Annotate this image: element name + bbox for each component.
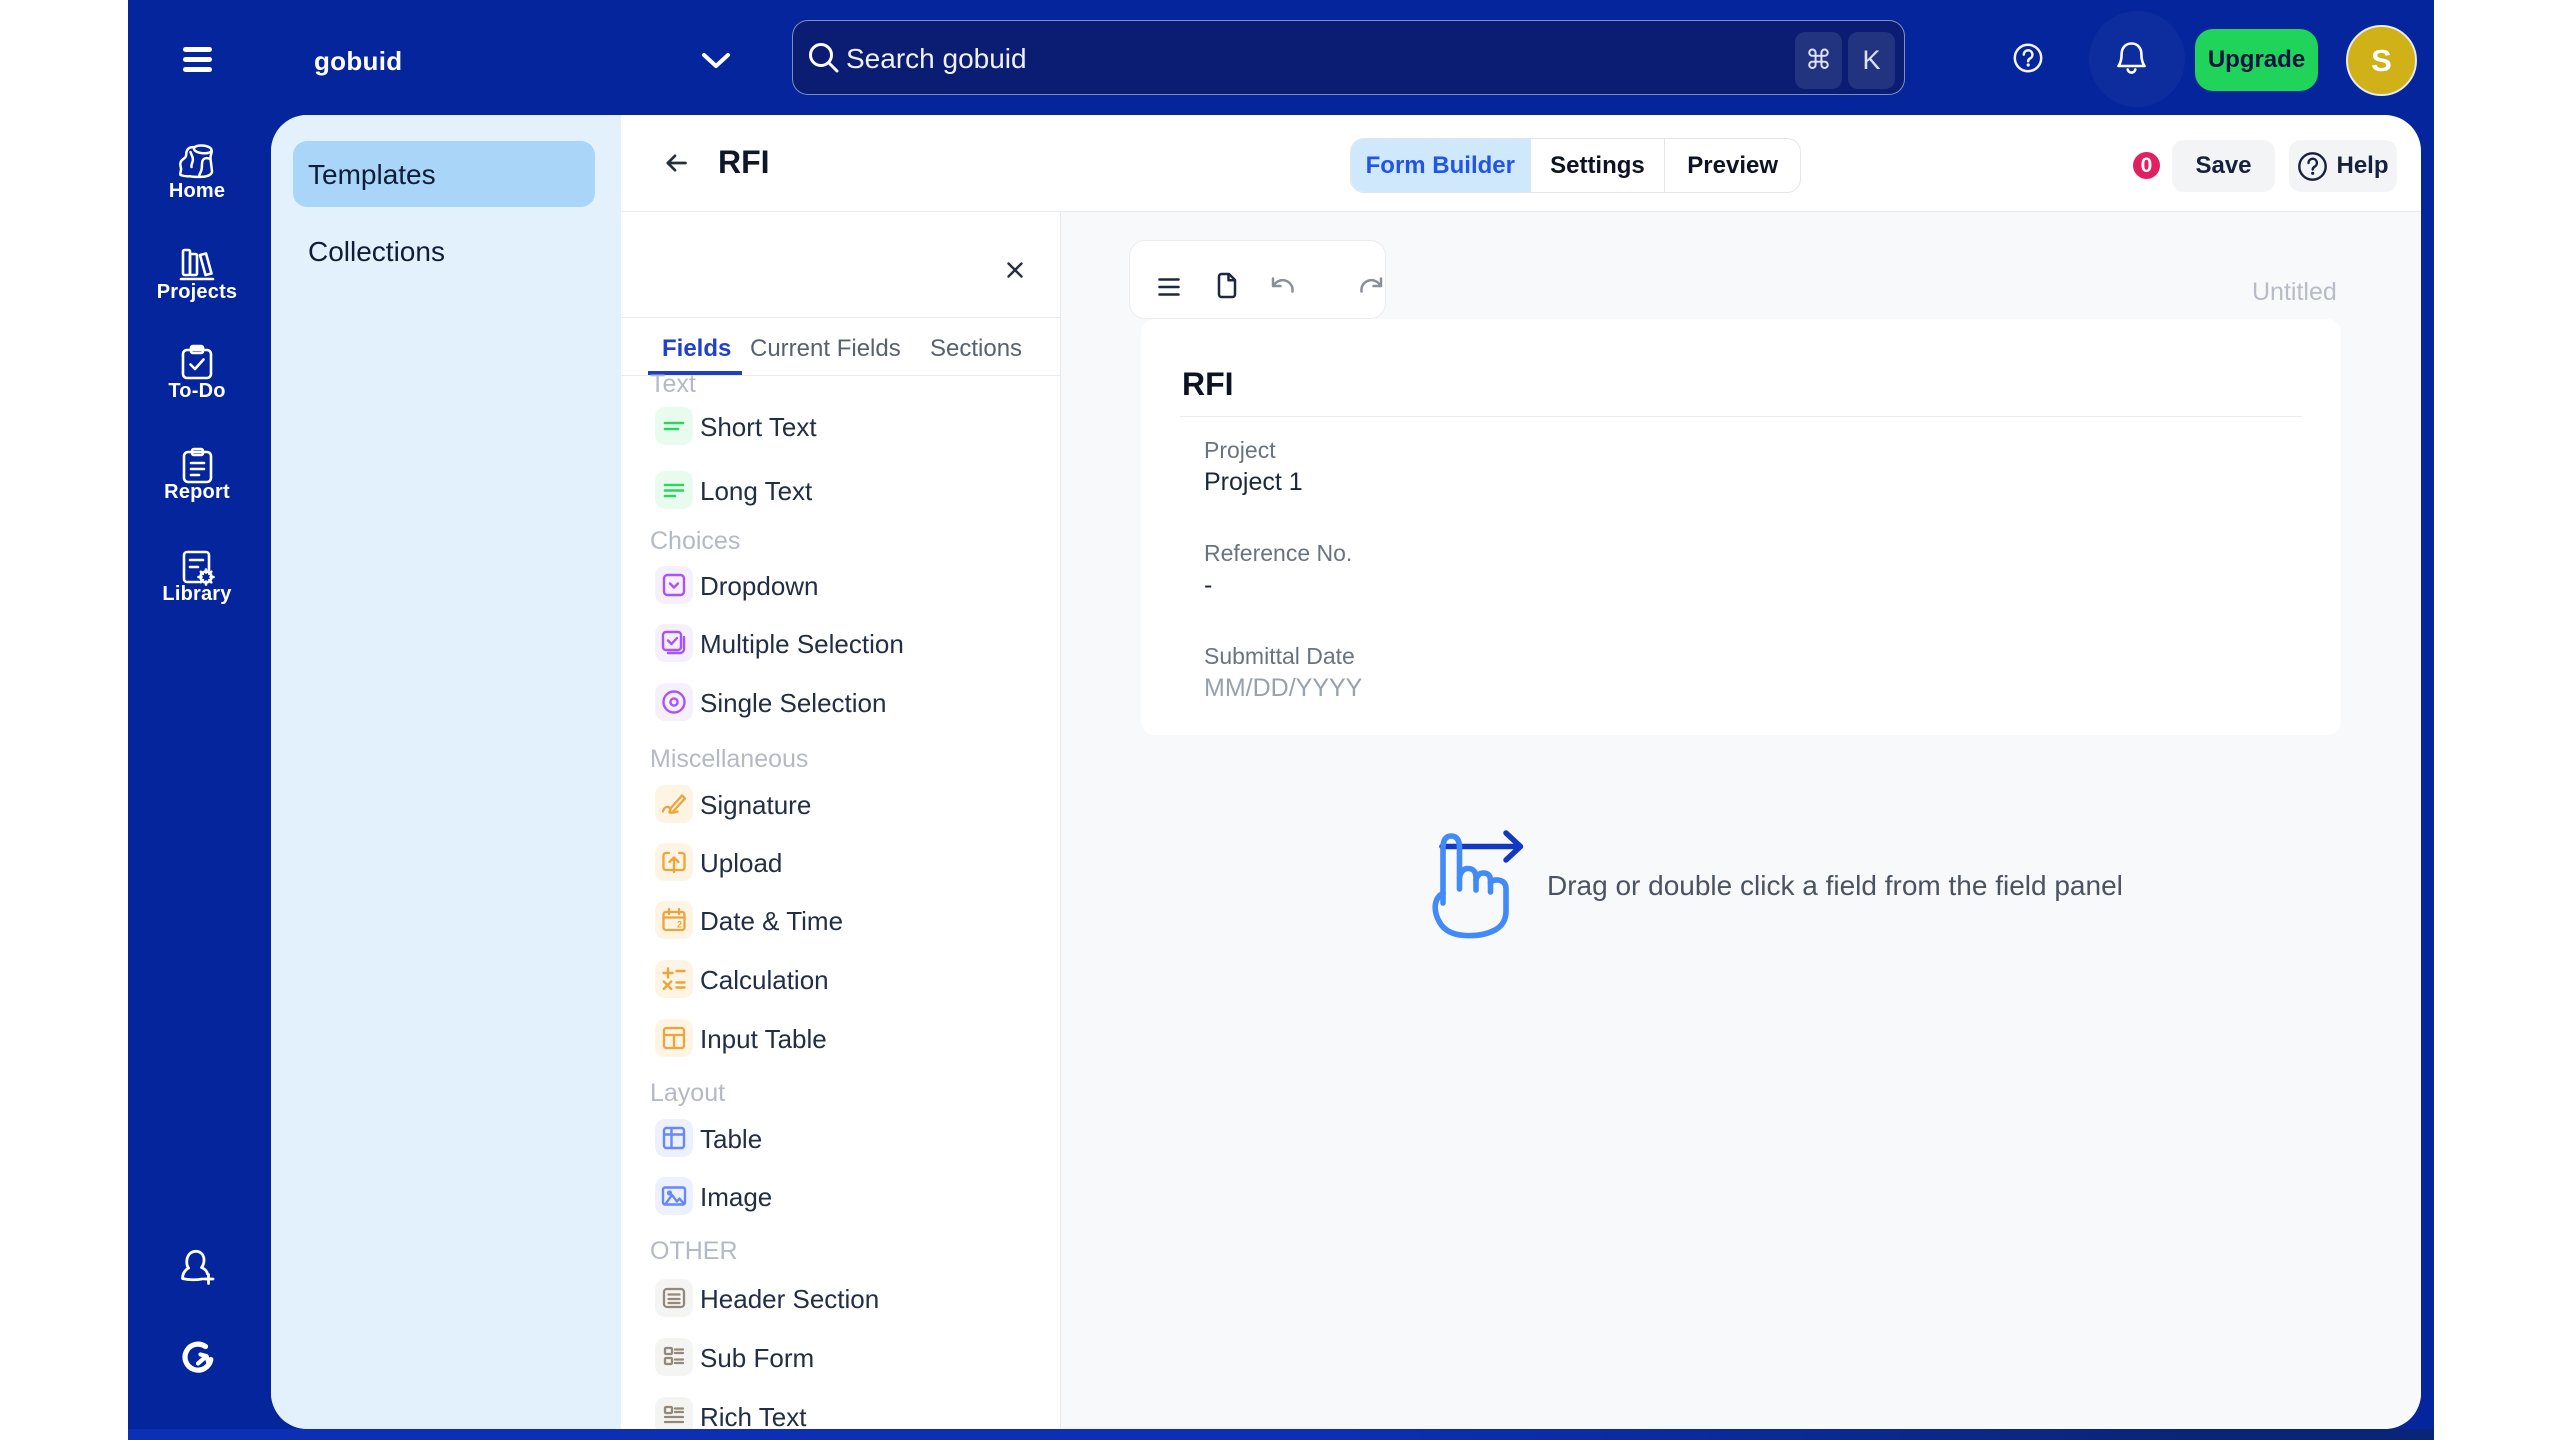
- svg-text:2: 2: [677, 920, 682, 930]
